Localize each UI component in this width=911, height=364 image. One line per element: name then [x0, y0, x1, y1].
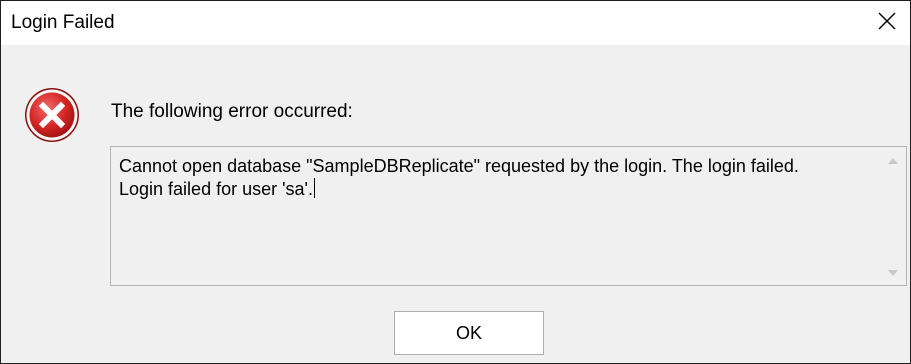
error-icon [23, 86, 81, 144]
title-bar: Login Failed [1, 1, 910, 45]
error-details-content: Cannot open database "SampleDBReplicate"… [119, 156, 799, 199]
scroll-down-button[interactable] [881, 260, 905, 284]
text-caret [313, 178, 315, 198]
scroll-up-arrow-icon [888, 151, 898, 169]
scroll-down-arrow-icon [888, 263, 898, 281]
error-details-textbox[interactable]: Cannot open database "SampleDBReplicate"… [110, 146, 907, 286]
login-failed-dialog: Login Failed The following error occurre… [0, 0, 911, 364]
close-button[interactable] [864, 1, 910, 45]
close-icon [878, 12, 896, 35]
window-title: Login Failed [11, 12, 115, 33]
vertical-scrollbar[interactable] [881, 148, 905, 284]
ok-button[interactable]: OK [394, 311, 544, 355]
error-message-header: The following error occurred: [111, 101, 353, 122]
error-details-text[interactable]: Cannot open database "SampleDBReplicate"… [119, 155, 879, 201]
scroll-up-button[interactable] [881, 148, 905, 172]
